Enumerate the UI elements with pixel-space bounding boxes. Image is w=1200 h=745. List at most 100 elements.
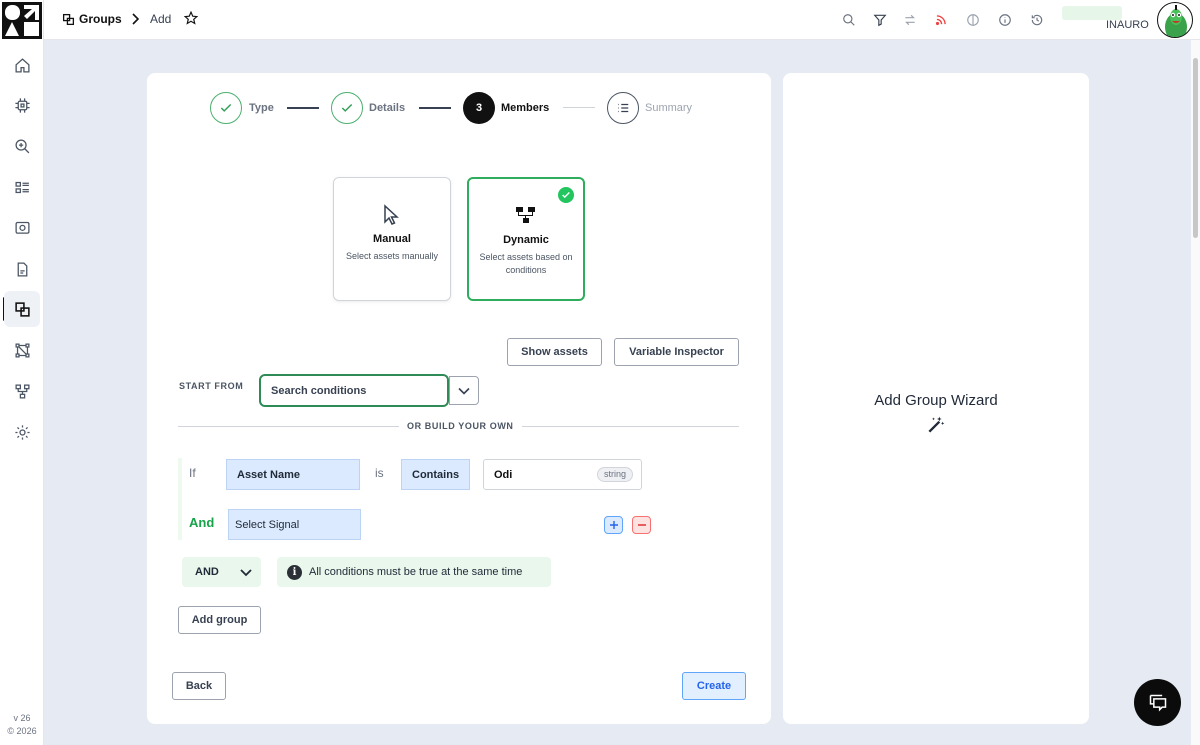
condition-value-input[interactable]: Odi string (483, 459, 642, 490)
hierarchy-icon (469, 205, 583, 225)
transfer-icon[interactable] (901, 11, 919, 29)
sidebar-item-devices[interactable] (4, 87, 40, 123)
search-conditions-dropdown[interactable] (449, 376, 479, 405)
start-from-label: START FROM (179, 381, 244, 391)
favorite-star-icon[interactable] (184, 11, 198, 25)
search-conditions-input[interactable]: Search conditions (259, 374, 449, 407)
combinator-info-text: All conditions must be true at the same … (309, 566, 523, 578)
sidebar-item-settings[interactable] (4, 414, 40, 450)
check-icon (220, 104, 232, 112)
user-name[interactable]: INAURO (1106, 19, 1149, 31)
combinator-value: AND (195, 566, 219, 578)
step-connector (563, 107, 595, 108)
chat-icon (1149, 694, 1166, 711)
avatar[interactable] (1157, 2, 1193, 38)
step-type-circle[interactable] (210, 92, 242, 124)
sidebar-item-explore[interactable] (4, 128, 40, 164)
gear-icon (14, 424, 30, 440)
create-button[interactable]: Create (682, 672, 746, 700)
copyright-label: © 2026 (7, 726, 37, 736)
add-group-button[interactable]: Add group (178, 606, 261, 634)
step-details-circle[interactable] (331, 92, 363, 124)
plus-icon (609, 521, 618, 529)
sidebar-item-hierarchy[interactable] (4, 373, 40, 409)
info-icon: i (287, 564, 302, 580)
camera-folder-icon (14, 221, 30, 234)
select-signal-input[interactable]: Select Signal (228, 509, 361, 540)
value-type-badge: string (596, 467, 633, 482)
step-members-label: Members (501, 102, 550, 114)
condition-value-text: Odi (494, 468, 513, 481)
history-icon[interactable] (1028, 11, 1046, 29)
step-summary-circle[interactable] (607, 92, 639, 124)
groups-icon (62, 13, 75, 25)
combinator-info-banner: i All conditions must be true at the sam… (277, 557, 551, 587)
condition-field-select[interactable]: Asset Name (226, 459, 360, 490)
scrollbar-thumb[interactable] (1193, 58, 1198, 238)
rss-icon[interactable] (932, 11, 950, 29)
remove-condition-button[interactable] (632, 516, 651, 534)
version-label: v 26 (13, 713, 31, 723)
chevron-down-icon (458, 387, 470, 395)
hierarchy-icon (14, 383, 30, 399)
top-bar: Groups Add INAURO (44, 0, 1200, 40)
step-details-label: Details (369, 102, 406, 114)
breadcrumb-current: Add (150, 12, 172, 26)
step-members-circle[interactable]: 3 (463, 92, 495, 124)
info-icon[interactable] (996, 11, 1014, 29)
zoom-search-icon (14, 138, 29, 153)
groups-icon (14, 301, 30, 317)
chevron-right-icon (132, 13, 140, 25)
cursor-icon (334, 204, 450, 226)
if-label: If (189, 466, 196, 480)
contrast-icon[interactable] (964, 11, 982, 29)
breadcrumb-root-label: Groups (79, 12, 122, 26)
variable-inspector-button[interactable]: Variable Inspector (614, 338, 739, 366)
magic-wand-icon (926, 415, 946, 435)
build-your-own-divider-label: OR BUILD YOUR OWN (399, 421, 522, 431)
sidebar: v 26 © 2026 (0, 0, 44, 745)
breadcrumb-separator (130, 12, 142, 26)
dynamic-option-desc: Select assets based on conditions (479, 252, 573, 275)
step-summary-label: Summary (645, 102, 693, 114)
breadcrumb-groups[interactable]: Groups (62, 12, 122, 26)
manual-option-desc: Select assets manually (345, 251, 439, 261)
list-icon (618, 103, 629, 113)
user-status-badge (1062, 6, 1122, 20)
manual-option-title: Manual (373, 233, 411, 245)
sidebar-item-topology[interactable] (4, 332, 40, 368)
search-icon[interactable] (840, 11, 858, 29)
step-connector (287, 107, 319, 109)
filter-icon[interactable] (871, 11, 889, 29)
minus-icon (637, 524, 646, 526)
check-icon (341, 104, 353, 112)
chip-icon (14, 97, 30, 113)
step-connector (419, 107, 451, 109)
sidebar-item-reports[interactable] (4, 251, 40, 287)
combinator-select[interactable]: AND (182, 557, 261, 587)
wizard-title: Add Group Wizard (874, 392, 998, 409)
condition-operator-select[interactable]: Contains (401, 459, 470, 490)
manual-option-card[interactable]: Manual Select assets manually (333, 177, 451, 301)
sidebar-item-assets[interactable] (4, 209, 40, 245)
sidebar-item-home[interactable] (4, 47, 40, 83)
list-view-icon (14, 181, 29, 193)
selected-check-icon (558, 187, 574, 203)
back-button[interactable]: Back (172, 672, 226, 700)
sidebar-item-groups[interactable] (4, 291, 40, 327)
chevron-down-icon (240, 569, 252, 577)
is-label: is (375, 466, 384, 480)
dynamic-option-title: Dynamic (503, 234, 549, 246)
chat-button[interactable] (1134, 679, 1181, 726)
step-type-label: Type (249, 102, 274, 114)
dynamic-option-card[interactable]: Dynamic Select assets based on condition… (467, 177, 585, 301)
home-icon (14, 57, 30, 73)
brand-logo-icon[interactable] (2, 2, 42, 39)
and-label: And (189, 515, 215, 530)
add-condition-button[interactable] (604, 516, 623, 534)
condition-group-bar (178, 458, 182, 540)
network-icon (14, 342, 30, 358)
document-icon (17, 261, 27, 277)
sidebar-item-list[interactable] (4, 169, 40, 205)
show-assets-button[interactable]: Show assets (507, 338, 602, 366)
